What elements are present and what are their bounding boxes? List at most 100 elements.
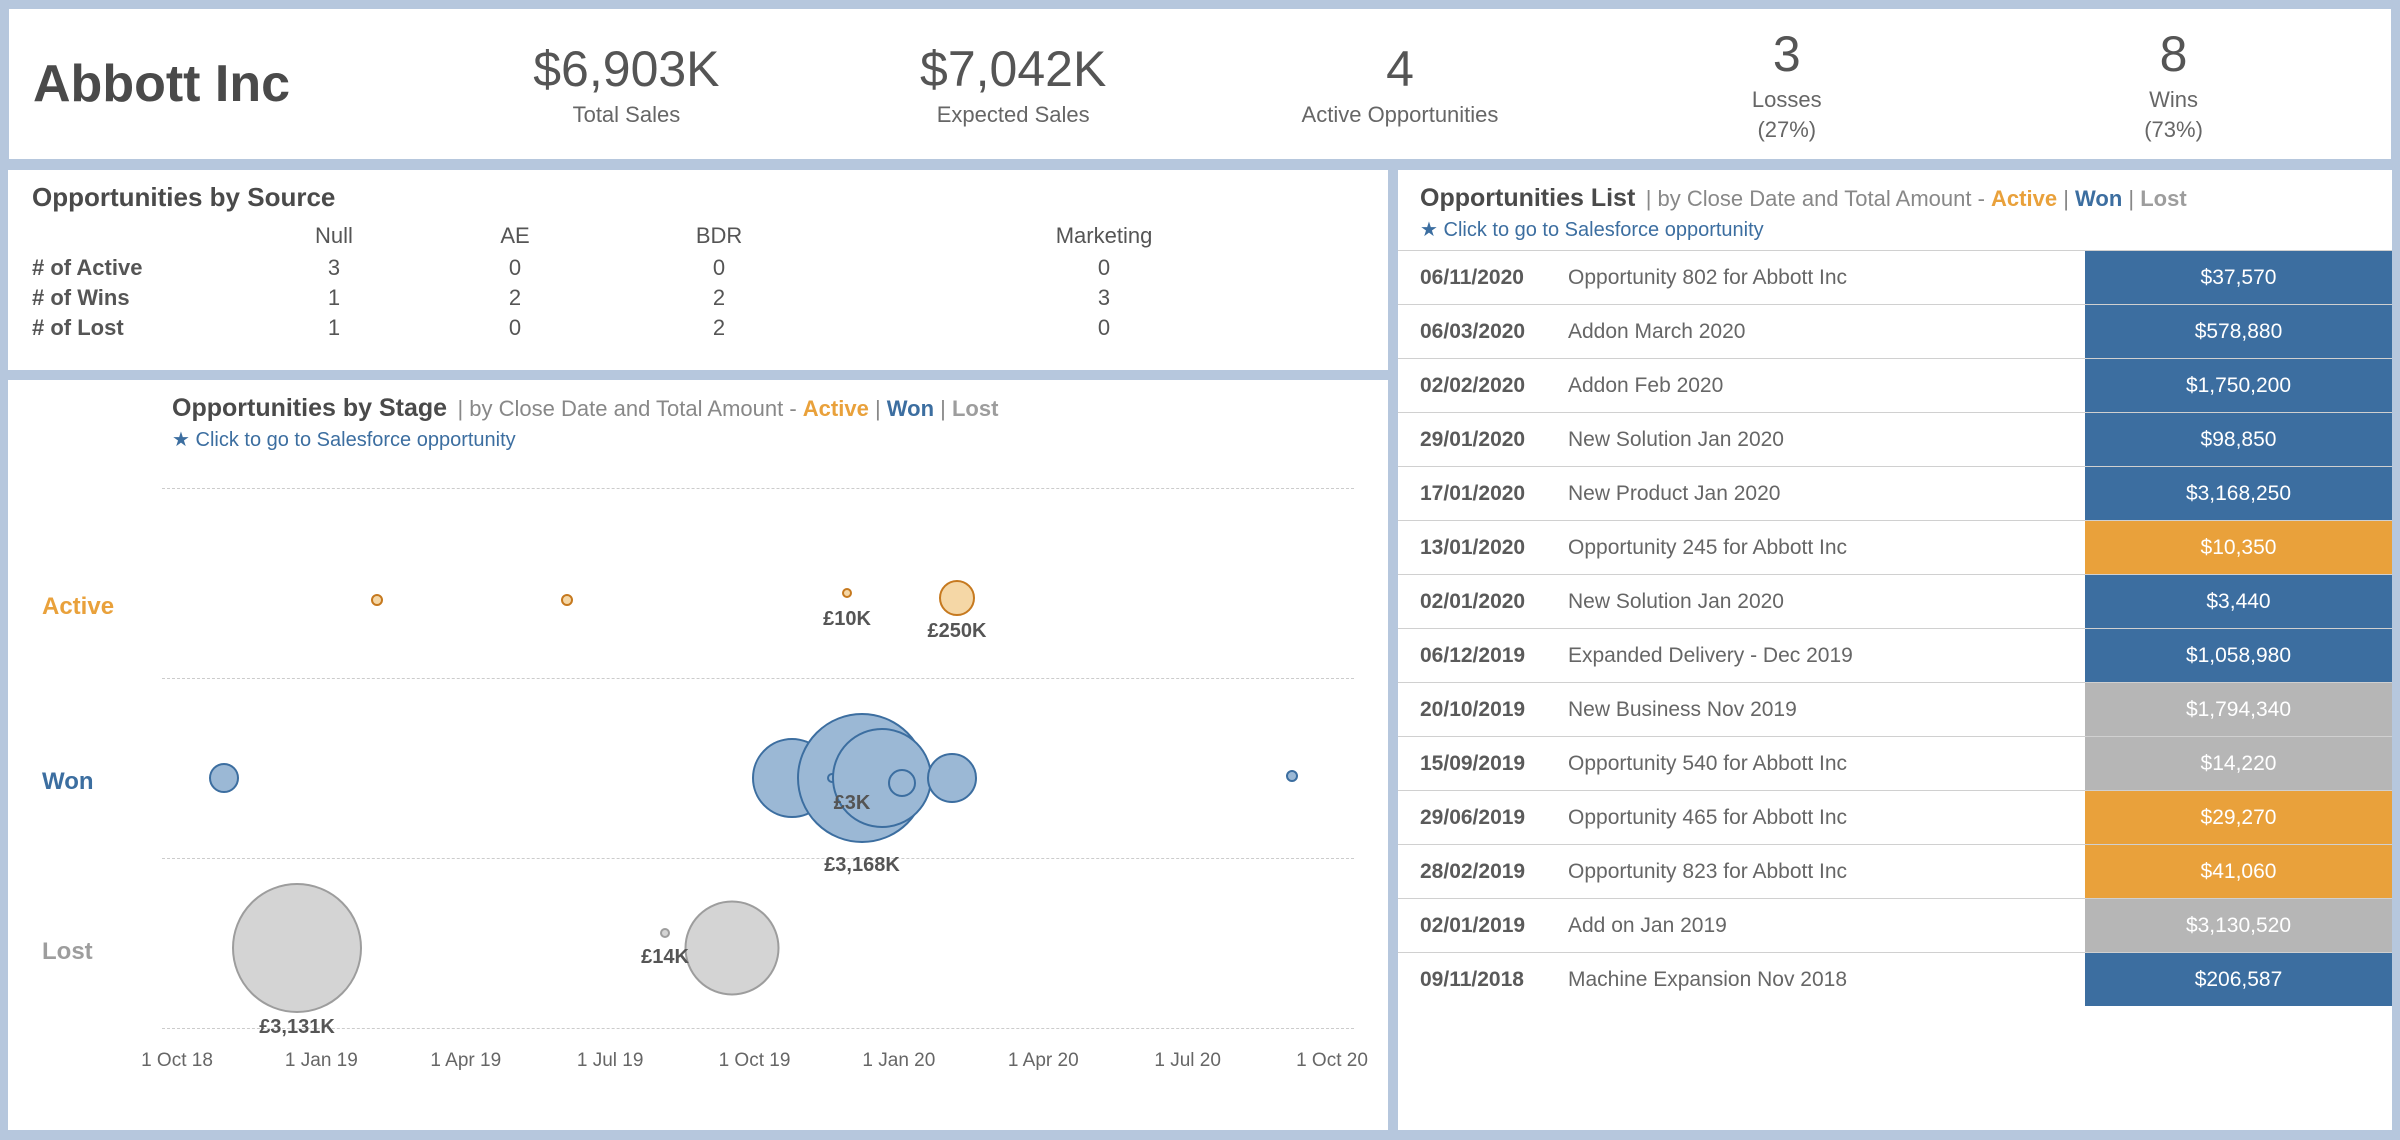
col-header: Null — [232, 219, 436, 253]
bubble-won[interactable] — [927, 753, 977, 803]
row-label-active: Active — [42, 593, 114, 621]
list-item[interactable]: 02/01/2019Add on Jan 2019$3,130,520 — [1398, 898, 2392, 952]
bubble-active[interactable] — [561, 594, 573, 606]
x-axis-tick: 1 Oct 20 — [1296, 1050, 1368, 1072]
bubble-chart[interactable]: Active Won Lost £10K £250K — [32, 458, 1364, 1078]
opp-amount: $3,440 — [2082, 575, 2392, 628]
row-label: # of Lost — [32, 313, 232, 343]
opp-name: Addon Feb 2020 — [1568, 374, 2082, 398]
opp-amount: $1,794,340 — [2082, 683, 2392, 736]
list-item[interactable]: 06/12/2019Expanded Delivery - Dec 2019$1… — [1398, 628, 2392, 682]
legend-active[interactable]: Active — [1991, 186, 2057, 211]
source-table: Null AE BDR Marketing # of Active3000# o… — [32, 219, 1364, 343]
legend-won[interactable]: Won — [887, 396, 934, 421]
x-axis-tick: 1 Oct 19 — [719, 1050, 791, 1072]
kpi-label: Expected Sales — [820, 102, 1207, 128]
kpi-losses: 3 Losses (27%) — [1593, 25, 1980, 143]
opp-amount: $578,880 — [2082, 305, 2392, 358]
table-row: # of Wins1223 — [32, 283, 1364, 313]
list-item[interactable]: 13/01/2020Opportunity 245 for Abbott Inc… — [1398, 520, 2392, 574]
cell-value: 2 — [594, 283, 844, 313]
cell-value: 0 — [844, 313, 1364, 343]
go-to-salesforce-hint[interactable]: ★ Click to go to Salesforce opportunity — [172, 427, 1364, 452]
opp-name: Opportunity 465 for Abbott Inc — [1568, 806, 2082, 830]
list-item[interactable]: 02/01/2020New Solution Jan 2020$3,440 — [1398, 574, 2392, 628]
opp-date: 28/02/2019 — [1398, 860, 1568, 884]
bubble-label: £10K — [823, 608, 871, 631]
opp-name: Expanded Delivery - Dec 2019 — [1568, 644, 2082, 668]
legend-lost[interactable]: Lost — [952, 396, 998, 421]
kpi-value: 8 — [1980, 25, 2367, 83]
opp-date: 15/09/2019 — [1398, 752, 1568, 776]
cell-value: 0 — [594, 253, 844, 283]
bubble-lost[interactable] — [660, 928, 670, 938]
opp-amount: $1,750,200 — [2082, 359, 2392, 412]
opp-amount: $10,350 — [2082, 521, 2392, 574]
opps-by-stage-panel: Opportunities by Stage | by Close Date a… — [8, 380, 1388, 1130]
opp-name: Opportunity 823 for Abbott Inc — [1568, 860, 2082, 884]
opp-amount: $3,130,520 — [2082, 899, 2392, 952]
opp-name: New Solution Jan 2020 — [1568, 428, 2082, 452]
kpi-wins: 8 Wins (73%) — [1980, 25, 2367, 143]
opps-list-panel: Opportunities List | by Close Date and T… — [1398, 170, 2392, 1130]
kpi-active-opps: 4 Active Opportunities — [1207, 40, 1594, 128]
bubble-won[interactable] — [888, 769, 916, 797]
opp-name: Opportunity 540 for Abbott Inc — [1568, 752, 2082, 776]
list-item[interactable]: 02/02/2020Addon Feb 2020$1,750,200 — [1398, 358, 2392, 412]
list-item[interactable]: 20/10/2019New Business Nov 2019$1,794,34… — [1398, 682, 2392, 736]
list-item[interactable]: 29/01/2020New Solution Jan 2020$98,850 — [1398, 412, 2392, 466]
cell-value: 2 — [594, 313, 844, 343]
list-item[interactable]: 09/11/2018Machine Expansion Nov 2018$206… — [1398, 952, 2392, 1006]
opp-amount: $206,587 — [2082, 953, 2392, 1006]
bubble-label: £3,131K — [259, 1016, 335, 1039]
opp-amount: $1,058,980 — [2082, 629, 2392, 682]
x-axis-tick: 1 Apr 19 — [430, 1050, 501, 1072]
opp-amount: $41,060 — [2082, 845, 2392, 898]
bubble-lost[interactable] — [685, 901, 780, 996]
bubble-active[interactable] — [939, 580, 975, 616]
opp-amount: $98,850 — [2082, 413, 2392, 466]
opp-date: 09/11/2018 — [1398, 968, 1568, 992]
bubble-label: £3,168K — [824, 854, 900, 877]
opp-name: Add on Jan 2019 — [1568, 914, 2082, 938]
col-header: Marketing — [844, 219, 1364, 253]
opp-amount: $29,270 — [2082, 791, 2392, 844]
list-item[interactable]: 06/11/2020Opportunity 802 for Abbott Inc… — [1398, 250, 2392, 304]
x-axis-tick: 1 Jan 20 — [862, 1050, 935, 1072]
legend-lost[interactable]: Lost — [2140, 186, 2186, 211]
opp-name: Opportunity 802 for Abbott Inc — [1568, 266, 2082, 290]
opp-name: New Product Jan 2020 — [1568, 482, 2082, 506]
panel-title: Opportunities List — [1420, 184, 1635, 212]
cell-value: 1 — [232, 283, 436, 313]
kpi-value: 4 — [1207, 40, 1594, 98]
legend-active[interactable]: Active — [803, 396, 869, 421]
kpi-value: 3 — [1593, 25, 1980, 83]
bubble-active[interactable] — [371, 594, 383, 606]
panel-title: Opportunities by Stage — [172, 394, 447, 422]
opp-date: 02/01/2019 — [1398, 914, 1568, 938]
bubble-label: £250K — [928, 620, 987, 643]
cell-value: 3 — [232, 253, 436, 283]
bubble-lost[interactable] — [232, 883, 362, 1013]
x-axis-tick: 1 Jul 20 — [1154, 1050, 1221, 1072]
cell-value: 1 — [232, 313, 436, 343]
legend-won[interactable]: Won — [2075, 186, 2122, 211]
x-axis-tick: 1 Jan 19 — [285, 1050, 358, 1072]
kpi-expected-sales: $7,042K Expected Sales — [820, 40, 1207, 128]
row-label: # of Wins — [32, 283, 232, 313]
list-item[interactable]: 29/06/2019Opportunity 465 for Abbott Inc… — [1398, 790, 2392, 844]
list-item[interactable]: 06/03/2020Addon March 2020$578,880 — [1398, 304, 2392, 358]
bubble-active[interactable] — [842, 588, 852, 598]
opp-amount: $37,570 — [2082, 251, 2392, 304]
opp-date: 06/03/2020 — [1398, 320, 1568, 344]
list-item[interactable]: 15/09/2019Opportunity 540 for Abbott Inc… — [1398, 736, 2392, 790]
list-item[interactable]: 17/01/2020New Product Jan 2020$3,168,250 — [1398, 466, 2392, 520]
opp-date: 29/06/2019 — [1398, 806, 1568, 830]
opp-date: 29/01/2020 — [1398, 428, 1568, 452]
go-to-salesforce-hint[interactable]: ★ Click to go to Salesforce opportunity — [1420, 217, 2370, 242]
bubble-won[interactable] — [209, 763, 239, 793]
col-header: BDR — [594, 219, 844, 253]
bubble-won[interactable] — [1286, 770, 1298, 782]
cell-value: 0 — [844, 253, 1364, 283]
list-item[interactable]: 28/02/2019Opportunity 823 for Abbott Inc… — [1398, 844, 2392, 898]
